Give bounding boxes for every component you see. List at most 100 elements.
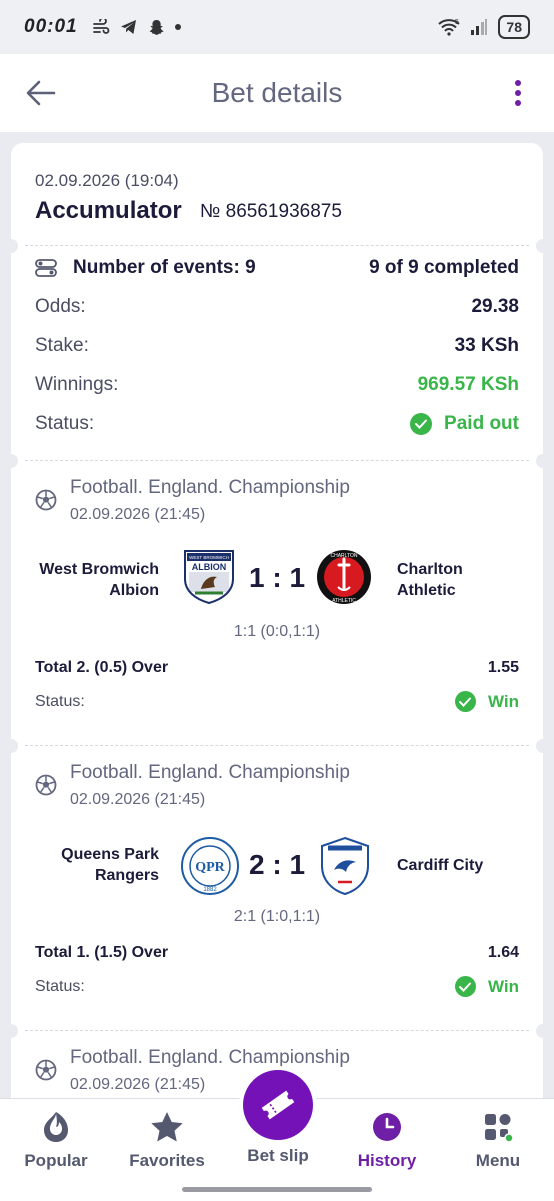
nav-favorites[interactable]: Favorites: [117, 1109, 217, 1171]
clock-icon: [373, 1113, 401, 1141]
page-title: Bet details: [211, 77, 343, 108]
svg-text:ATHLETIC: ATHLETIC: [332, 598, 356, 604]
event-score: 2 : 1: [248, 849, 306, 880]
nav-popular-label: Popular: [24, 1151, 88, 1170]
kebab-dot-icon: [515, 80, 521, 86]
dashed-divider: [25, 245, 529, 246]
nav-betslip-label: Bet slip: [247, 1146, 309, 1165]
cardiff-logo-icon: [321, 836, 369, 896]
nav-menu-label: Menu: [475, 1151, 521, 1170]
event-date: 02.09.2026 (21:45): [70, 1076, 206, 1093]
grid-menu-icon: [485, 1114, 513, 1142]
west-brom-logo-icon: WEST BROMWICH ALBION: [184, 550, 234, 605]
check-circle-icon: [454, 691, 476, 712]
event-pick-row: Total 2. (0.5) Over 1.55: [35, 659, 519, 677]
football-icon: [35, 774, 57, 796]
svg-text:5: 5: [455, 19, 459, 26]
wind-icon: [92, 19, 109, 34]
odds-value: 29.38: [471, 296, 519, 317]
event-league: Football. England. Championship: [70, 762, 350, 783]
nav-history-label: History: [357, 1151, 417, 1170]
event-odds: 1.64: [487, 944, 519, 961]
event-date: 02.09.2026 (21:45): [70, 506, 206, 523]
stake-row: Stake: 33 KSh: [35, 335, 519, 357]
svg-text:ALBION: ALBION: [192, 562, 227, 572]
bet-status-value: Paid out: [444, 413, 519, 434]
kebab-dot-icon: [515, 100, 521, 106]
bet-card: 02.09.2026 (19:04) Accumulator № 8656193…: [11, 143, 543, 1143]
football-icon: [35, 489, 57, 511]
check-circle-icon: [410, 413, 433, 435]
event-odds: 1.55: [487, 659, 519, 676]
event-status-row: Status: Win: [35, 691, 519, 712]
events-completed: 9 of 9 completed: [369, 257, 519, 278]
flame-icon: [44, 1112, 68, 1142]
svg-text:CHARLTON: CHARLTON: [330, 553, 357, 559]
nav-favorites-label: Favorites: [129, 1151, 205, 1170]
ticket-icon: [261, 1090, 295, 1120]
nav-popular[interactable]: Popular: [6, 1109, 106, 1171]
stake-value: 33 KSh: [454, 335, 519, 356]
winnings-label: Winnings:: [35, 374, 119, 395]
events-count-label: Number of events: 9: [73, 257, 256, 278]
charlton-logo-icon: CHARLTON ATHLETIC: [317, 550, 371, 604]
snapchat-icon: [149, 19, 164, 35]
event-halftime-score: 2:1 (1:0,1:1): [233, 908, 321, 925]
star-icon: [151, 1112, 183, 1142]
event-pick-row: Total 1. (1.5) Over 1.64: [35, 944, 519, 962]
away-team-name: Charlton Athletic: [397, 561, 463, 599]
home-team-name: West Bromwich Albion: [39, 561, 159, 599]
svg-text:QPR: QPR: [195, 860, 225, 875]
event-status-row: Status: Win: [35, 976, 519, 997]
check-circle-icon: [454, 976, 476, 997]
signal-icon: [471, 19, 488, 35]
bet-slip-button[interactable]: [243, 1070, 313, 1140]
status-bar: 00:01 5 78: [0, 0, 554, 54]
notification-dot-icon: [174, 24, 181, 30]
status-label: Status:: [35, 413, 95, 434]
stake-label: Stake:: [35, 335, 89, 356]
back-button[interactable]: [24, 76, 58, 110]
event-score: 1 : 1: [248, 562, 306, 593]
kebab-dot-icon: [515, 90, 521, 96]
svg-text:WEST BROMWICH: WEST BROMWICH: [189, 555, 229, 560]
winnings-row: Winnings: 969.57 KSh: [35, 374, 519, 396]
home-team-name: Queens Park Rangers: [61, 846, 159, 884]
home-indicator[interactable]: [182, 1187, 372, 1192]
more-options-button[interactable]: [506, 76, 530, 110]
status-row: Status: Paid out: [35, 413, 519, 435]
status-time: 00:01: [24, 16, 78, 37]
arrow-left-icon: [26, 80, 56, 106]
dashed-divider: [25, 1030, 529, 1031]
telegram-icon: [120, 20, 136, 34]
football-icon: [35, 1059, 57, 1081]
event-status-label: Status:: [35, 977, 85, 995]
event-item[interactable]: Football. England. Championship 02.09.20…: [11, 463, 543, 743]
event-league: Football. England. Championship: [70, 1047, 350, 1068]
event-pick: Total 1. (1.5) Over: [35, 944, 169, 961]
qpr-logo-icon: QPR 1882: [181, 837, 239, 895]
wifi-icon: 5: [438, 19, 461, 36]
event-result: Win: [487, 691, 519, 711]
bet-type: Accumulator: [35, 197, 182, 224]
odds-row: Odds: 29.38: [35, 296, 519, 318]
dashed-divider: [25, 745, 529, 746]
toggle-list-icon: [35, 259, 57, 277]
event-status-label: Status:: [35, 692, 85, 710]
svg-text:1882: 1882: [203, 887, 217, 893]
event-halftime-score: 1:1 (0:0,1:1): [233, 623, 321, 640]
away-team-name: Cardiff City: [397, 857, 484, 874]
app-header: Bet details: [0, 54, 554, 132]
battery-icon: 78: [498, 15, 530, 39]
events-count-row: Number of events: 9 9 of 9 completed: [35, 257, 519, 279]
winnings-value: 969.57 KSh: [417, 374, 519, 395]
bet-date: 02.09.2026 (19:04): [35, 171, 179, 190]
event-result: Win: [487, 976, 519, 996]
event-item[interactable]: Football. England. Championship 02.09.20…: [11, 748, 543, 1028]
event-date: 02.09.2026 (21:45): [70, 791, 206, 808]
dashed-divider: [25, 460, 529, 461]
nav-menu[interactable]: Menu: [448, 1109, 548, 1171]
odds-label: Odds:: [35, 296, 86, 317]
bet-number: № 86561936875: [200, 201, 342, 222]
nav-history[interactable]: History: [337, 1109, 437, 1171]
